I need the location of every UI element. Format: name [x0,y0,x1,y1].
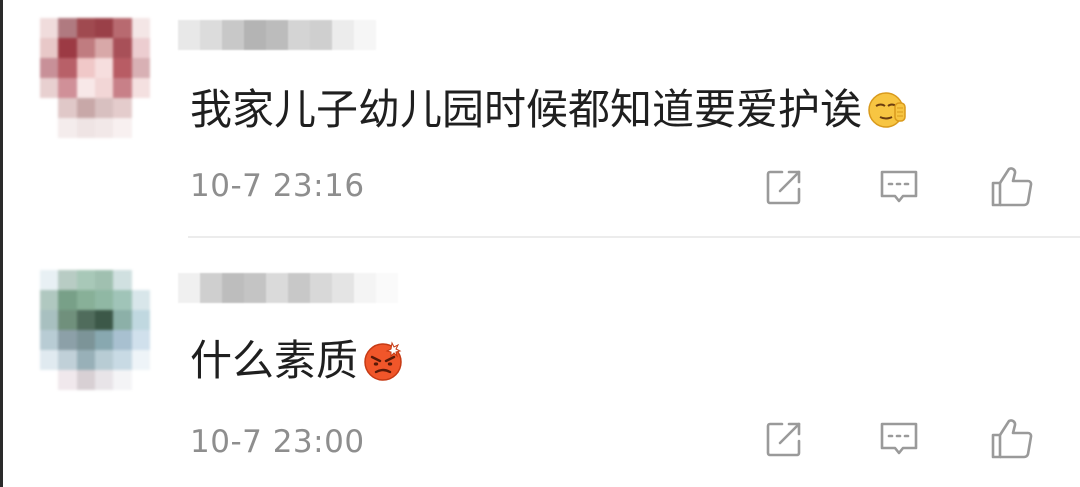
comment-text: 什么素质 [190,336,359,385]
comment-body: 我家儿子幼儿园时候都知道要爱护诶 [190,82,908,138]
angry-face-emoji [364,341,402,381]
username[interactable] [178,273,398,303]
comment-body: 什么素质 [190,333,404,389]
smirk-hand-emoji [868,92,906,128]
comment-time: 10-7 23:16 [190,168,365,204]
thumbs-up-icon [991,419,1033,459]
comment-text: 我家儿子幼儿园时候都知道要爱护诶 [190,85,863,134]
comment-item: 我家儿子幼儿园时候都知道要爱护诶 10-7 23:16 [0,0,1080,237]
avatar[interactable] [40,270,150,390]
reply-button[interactable] [875,163,923,211]
like-button[interactable] [988,415,1036,463]
comment-icon [880,170,918,203]
share-icon [766,170,801,205]
share-button[interactable] [760,163,808,211]
thumbs-up-icon [991,167,1033,207]
like-button[interactable] [988,163,1036,211]
username[interactable] [178,20,376,50]
comment-icon [880,422,918,455]
share-icon [766,422,801,457]
avatar[interactable] [40,18,150,138]
share-button[interactable] [760,415,808,463]
comment-item: 什么素质 10-7 23:00 [0,237,1080,487]
reply-button[interactable] [875,415,923,463]
comment-time: 10-7 23:00 [190,424,365,460]
